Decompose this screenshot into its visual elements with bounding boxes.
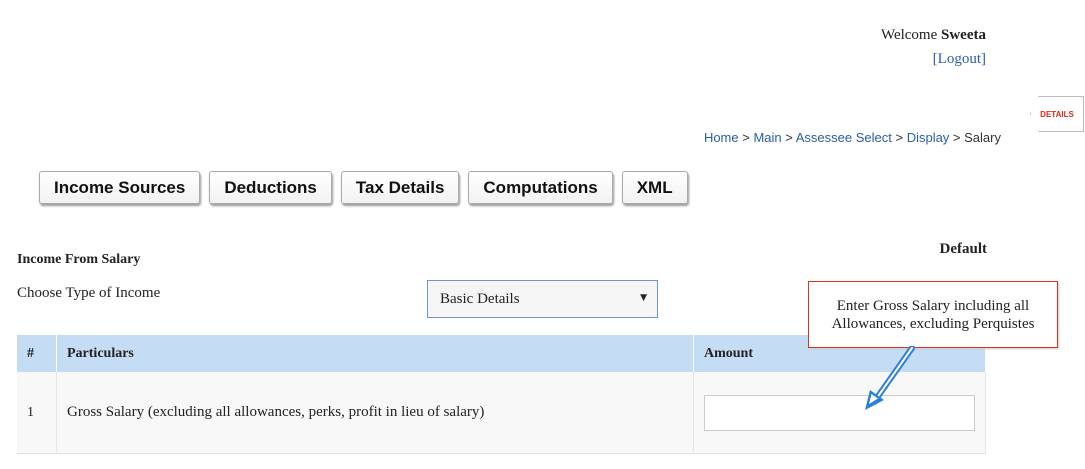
breadcrumb-separator: >	[949, 130, 965, 145]
details-tab[interactable]: DETAILS	[1030, 96, 1084, 132]
header-num: #	[17, 335, 57, 372]
header-particulars: Particulars	[57, 335, 694, 372]
gross-salary-input[interactable]	[704, 394, 975, 431]
breadcrumb-separator: >	[781, 130, 796, 145]
breadcrumb: Home > Main > Assessee Select > Display …	[704, 130, 1001, 145]
tab-xml[interactable]: XML	[621, 171, 688, 204]
user-name: Sweeta	[941, 27, 986, 43]
amount-cell	[694, 372, 986, 453]
income-type-label: Choose Type of Income	[17, 285, 161, 301]
tab-computations[interactable]: Computations	[468, 171, 613, 204]
breadcrumb-current: Salary	[964, 130, 1001, 145]
chevron-down-icon: ▼	[640, 293, 647, 303]
tab-income-sources[interactable]: Income Sources	[39, 171, 201, 204]
breadcrumb-main[interactable]: Main	[753, 130, 781, 145]
breadcrumb-separator: >	[738, 130, 754, 145]
row-particular: Gross Salary (excluding all allowances, …	[57, 372, 694, 453]
pointer-arrow-icon	[865, 346, 915, 410]
table-row: 1 Gross Salary (excluding all allowances…	[17, 372, 986, 454]
breadcrumb-assessee-select[interactable]: Assessee Select	[796, 130, 892, 145]
default-label: Default	[939, 241, 988, 257]
breadcrumb-home[interactable]: Home	[704, 130, 739, 145]
salary-table: # Particulars Amount 1 Gross Salary (exc…	[17, 335, 986, 454]
row-num: 1	[17, 372, 57, 453]
tab-deductions[interactable]: Deductions	[209, 171, 332, 204]
income-type-selected: Basic Details	[440, 290, 520, 307]
welcome-prefix: Welcome	[880, 27, 938, 43]
hint-callout: Enter Gross Salary including all Allowan…	[808, 281, 1058, 348]
breadcrumb-display[interactable]: Display	[907, 130, 950, 145]
breadcrumb-separator: >	[891, 130, 907, 145]
logout-link[interactable]: [Logout]	[933, 51, 986, 68]
welcome-text: Welcome Sweeta	[881, 27, 986, 44]
section-title: Income From Salary	[17, 252, 141, 267]
main-tabs: Income Sources Deductions Tax Details Co…	[39, 171, 688, 204]
tab-tax-details[interactable]: Tax Details	[340, 171, 460, 204]
income-type-select[interactable]: Basic Details ▼	[427, 280, 658, 318]
